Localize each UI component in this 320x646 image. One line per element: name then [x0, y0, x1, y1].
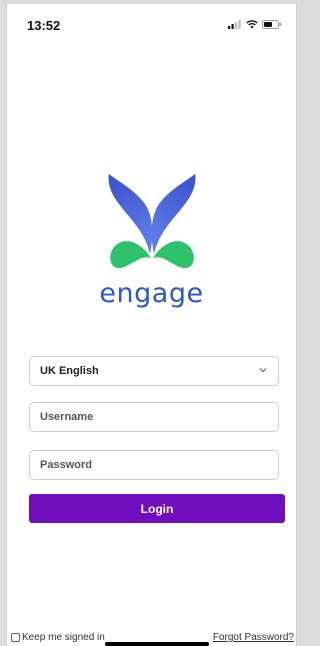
status-time: 13:52 [27, 18, 61, 33]
password-field[interactable]: Password [29, 450, 279, 480]
username-placeholder: Username [40, 411, 94, 423]
wifi-icon [246, 20, 258, 29]
chevron-down-icon [259, 368, 267, 373]
username-field[interactable]: Username [29, 402, 279, 432]
signal-icon [228, 20, 241, 29]
phone-screen: 13:52 engage UK English Username Passwor… [6, 4, 297, 646]
keep-signed-in-toggle[interactable]: Keep me signed in [11, 632, 105, 643]
butterfly-logo-icon [107, 174, 196, 269]
keep-signed-in-checkbox[interactable] [11, 633, 20, 642]
brand-name: engage [99, 278, 204, 309]
login-button[interactable]: Login [29, 494, 285, 523]
status-icons [228, 20, 282, 29]
password-placeholder: Password [40, 459, 92, 471]
status-bar: 13:52 [7, 4, 296, 44]
language-value: UK English [40, 365, 99, 377]
forgot-password-link[interactable]: Forgot Password? [213, 632, 294, 643]
engage-logo [7, 172, 296, 281]
language-select[interactable]: UK English [29, 356, 279, 386]
battery-icon [262, 20, 281, 29]
home-indicator [105, 642, 209, 646]
keep-signed-in-label: Keep me signed in [22, 632, 105, 643]
